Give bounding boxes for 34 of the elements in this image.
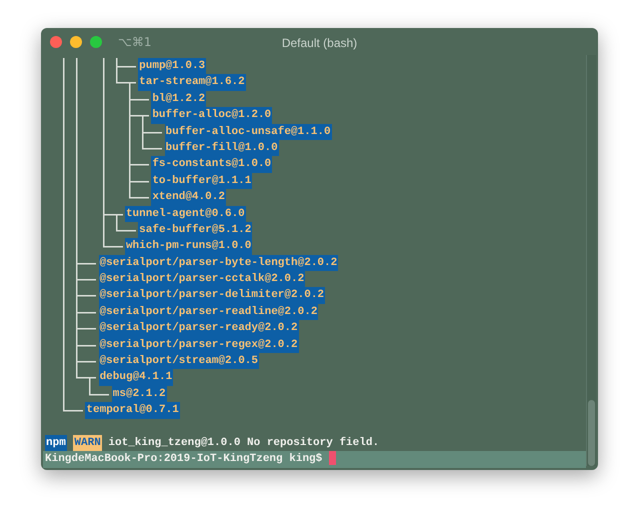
scrollbar[interactable] — [586, 55, 596, 466]
package-name: @serialport/parser-ready@2.0.2 — [98, 320, 299, 337]
minimize-button[interactable] — [70, 36, 82, 48]
package-name: xtend@4.0.2 — [151, 189, 226, 206]
package-name: which-pm-runs@1.0.0 — [124, 238, 252, 255]
npm-tag: npm — [45, 434, 67, 452]
text-cursor — [328, 451, 336, 466]
package-name: @serialport/parser-readline@2.0.2 — [98, 304, 318, 320]
package-name: @serialport/parser-cctalk@2.0.2 — [98, 271, 306, 288]
shell-prompt: KingdeMacBook-Pro:2019-IoT-KingTzeng king$ — [44, 452, 322, 468]
zoom-button[interactable] — [90, 36, 102, 48]
package-name: buffer-fill@1.0.0 — [164, 140, 279, 156]
package-name: debug@4.1.1 — [98, 369, 174, 386]
window-title: Default (bash) — [282, 35, 358, 52]
package-name: ms@2.1.2 — [112, 386, 167, 402]
warn-tag: WARN — [73, 434, 102, 452]
warning-message: iot_king_tzeng@1.0.0 No repository field. — [108, 436, 380, 451]
package-name: @serialport/parser-delimiter@2.0.2 — [98, 287, 326, 304]
shortcut-label: ⌥⌘1 — [118, 34, 152, 51]
package-name: @serialport/parser-byte-length@2.0.2 — [98, 254, 338, 272]
close-button[interactable] — [50, 36, 62, 48]
package-name: to-buffer@1.1.1 — [151, 172, 252, 190]
package-name: buffer-alloc@1.2.0 — [151, 107, 272, 124]
package-name: pump@1.0.3 — [138, 58, 206, 74]
package-name: @serialport/parser-regex@2.0.2 — [98, 336, 299, 354]
package-name: tunnel-agent@0.6.0 — [124, 206, 246, 222]
scrollbar-thumb[interactable] — [588, 400, 595, 466]
package-name: @serialport/stream@2.0.5 — [98, 353, 260, 370]
package-name: tar-stream@1.6.2 — [138, 74, 246, 91]
package-name: bl@1.2.2 — [151, 90, 206, 108]
package-name: buffer-alloc-unsafe@1.1.0 — [164, 124, 332, 140]
package-name: safe-buffer@5.1.2 — [138, 222, 252, 238]
package-name: temporal@0.7.1 — [85, 402, 180, 419]
package-name: fs-constants@1.0.0 — [151, 156, 272, 173]
